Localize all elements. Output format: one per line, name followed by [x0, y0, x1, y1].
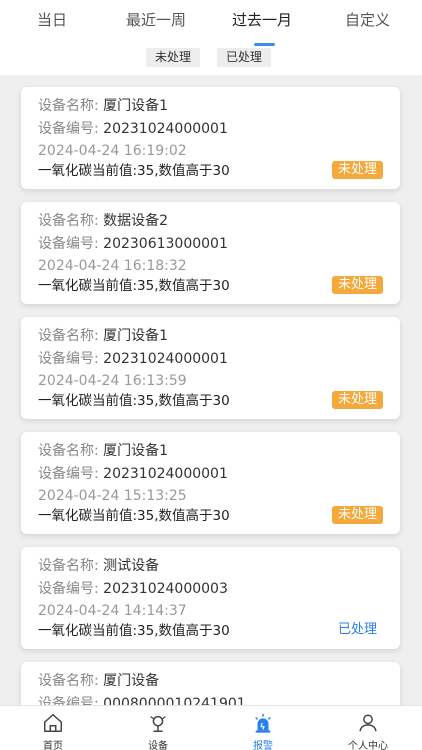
device-name-label: 设备名称: [38, 673, 99, 689]
tab-last-week[interactable]: 最近一周 [126, 8, 186, 32]
nav-home-label: 首页 [43, 741, 63, 750]
nav-device-label: 设备 [148, 741, 168, 750]
alarm-time: 2024-04-24 16:13:59 [38, 373, 187, 389]
device-id-value: 20230613000001 [103, 236, 228, 252]
device-name-label: 设备名称: [38, 558, 99, 574]
bottom-nav: 首页 设备 报警 个人中心 [0, 705, 422, 750]
alarm-card[interactable]: 设备名称: 测试设备 设备编号: 20231024000003 2024-04-24… [21, 547, 400, 649]
nav-profile-label: 个人中心 [348, 741, 388, 750]
alarm-card[interactable]: 设备名称: 厦门设备1 设备编号: 20231024000001 2024-04-2… [21, 432, 400, 534]
device-name-value: 厦门设备1 [103, 328, 169, 344]
device-id-row: 设备编号: 20231024000001 [38, 120, 228, 138]
device-name-label: 设备名称: [38, 328, 99, 344]
user-icon [359, 714, 377, 732]
alarm-time: 2024-04-24 15:13:25 [38, 488, 187, 504]
alarm-message: 一氧化碳当前值:35,数值高于30 [38, 393, 230, 409]
top-bar: 当日 最近一周 过去一月 自定义 未处理 已处理 [0, 0, 422, 75]
status-badge[interactable]: 未处理 [331, 506, 383, 524]
device-name-value: 厦门设备 [103, 673, 160, 689]
nav-alarm[interactable]: 报警 [223, 706, 303, 750]
status-filters: 未处理 已处理 [0, 48, 422, 68]
alarm-time: 2024-04-24 16:19:02 [38, 143, 187, 159]
device-name-label: 设备名称: [38, 443, 99, 459]
alarm-time: 2024-04-24 16:18:32 [38, 258, 187, 274]
active-tab-indicator [254, 43, 275, 46]
device-id-value: 0008000010241901 [103, 696, 246, 705]
alarm-card[interactable]: 设备名称: 厦门设备1 设备编号: 20231024000001 2024-04-2… [21, 87, 400, 189]
filter-unhandled-button[interactable]: 未处理 [146, 48, 201, 67]
device-name-value: 厦门设备1 [103, 443, 169, 459]
status-badge[interactable]: 未处理 [331, 391, 383, 409]
alarm-icon [255, 713, 271, 733]
device-name-row: 设备名称: 测试设备 [38, 557, 159, 575]
device-icon [150, 715, 166, 732]
device-name-row: 设备名称: 厦门设备1 [38, 97, 168, 115]
nav-profile[interactable]: 个人中心 [328, 706, 408, 750]
device-id-label: 设备编号: [38, 121, 99, 137]
device-id-row: 设备编号: 20230613000001 [38, 235, 228, 253]
device-name-value: 数据设备2 [103, 213, 169, 229]
nav-alarm-label: 报警 [253, 741, 273, 750]
alarm-card[interactable]: 设备名称: 厦门设备1 设备编号: 20231024000001 2024-04-2… [21, 317, 400, 419]
tab-custom[interactable]: 自定义 [345, 8, 390, 32]
device-name-row: 设备名称: 厦门设备 [38, 672, 159, 690]
device-name-row: 设备名称: 厦门设备1 [38, 327, 168, 345]
alarm-message: 一氧化碳当前值:35,数值高于30 [38, 163, 230, 179]
device-name-label: 设备名称: [38, 98, 99, 114]
device-id-value: 20231024000001 [103, 121, 228, 137]
device-id-label: 设备编号: [38, 696, 99, 705]
device-id-row: 设备编号: 20231024000001 [38, 350, 228, 368]
alarm-card[interactable]: 设备名称: 厦门设备 设备编号: 0008000010241901 [21, 662, 400, 705]
status-badge[interactable]: 未处理 [331, 161, 383, 179]
home-icon [44, 714, 62, 732]
time-range-tabs: 当日 最近一周 过去一月 自定义 [0, 8, 422, 46]
alarm-message: 一氧化碳当前值:35,数值高于30 [38, 508, 230, 524]
device-id-row: 设备编号: 0008000010241901 [38, 695, 246, 705]
alarm-card[interactable]: 设备名称: 数据设备2 设备编号: 20230613000001 2024-04-2… [21, 202, 400, 304]
device-name-row: 设备名称: 厦门设备1 [38, 442, 168, 460]
device-name-label: 设备名称: [38, 213, 99, 229]
device-id-value: 20231024000001 [103, 466, 228, 482]
tab-past-month[interactable]: 过去一月 [232, 8, 292, 32]
nav-home[interactable]: 首页 [13, 706, 93, 750]
device-id-row: 设备编号: 20231024000001 [38, 465, 228, 483]
nav-device[interactable]: 设备 [118, 706, 198, 750]
alarm-message: 一氧化碳当前值:35,数值高于30 [38, 278, 230, 294]
tab-today[interactable]: 当日 [37, 8, 67, 32]
status-badge[interactable]: 已处理 [332, 621, 383, 639]
alarm-list: 设备名称: 厦门设备1 设备编号: 20231024000001 2024-04-2… [0, 75, 422, 705]
status-badge[interactable]: 未处理 [331, 276, 383, 294]
device-name-value: 测试设备 [103, 558, 160, 574]
device-id-value: 20231024000001 [103, 351, 228, 367]
alarm-time: 2024-04-24 14:14:37 [38, 603, 187, 619]
device-name-row: 设备名称: 数据设备2 [38, 212, 168, 230]
alarm-message: 一氧化碳当前值:35,数值高于30 [38, 623, 230, 639]
device-name-value: 厦门设备1 [103, 98, 169, 114]
device-id-label: 设备编号: [38, 236, 99, 252]
device-id-label: 设备编号: [38, 466, 99, 482]
device-id-label: 设备编号: [38, 581, 99, 597]
device-id-row: 设备编号: 20231024000003 [38, 580, 228, 598]
filter-handled-button[interactable]: 已处理 [217, 48, 272, 67]
device-id-value: 20231024000003 [103, 581, 228, 597]
device-id-label: 设备编号: [38, 351, 99, 367]
